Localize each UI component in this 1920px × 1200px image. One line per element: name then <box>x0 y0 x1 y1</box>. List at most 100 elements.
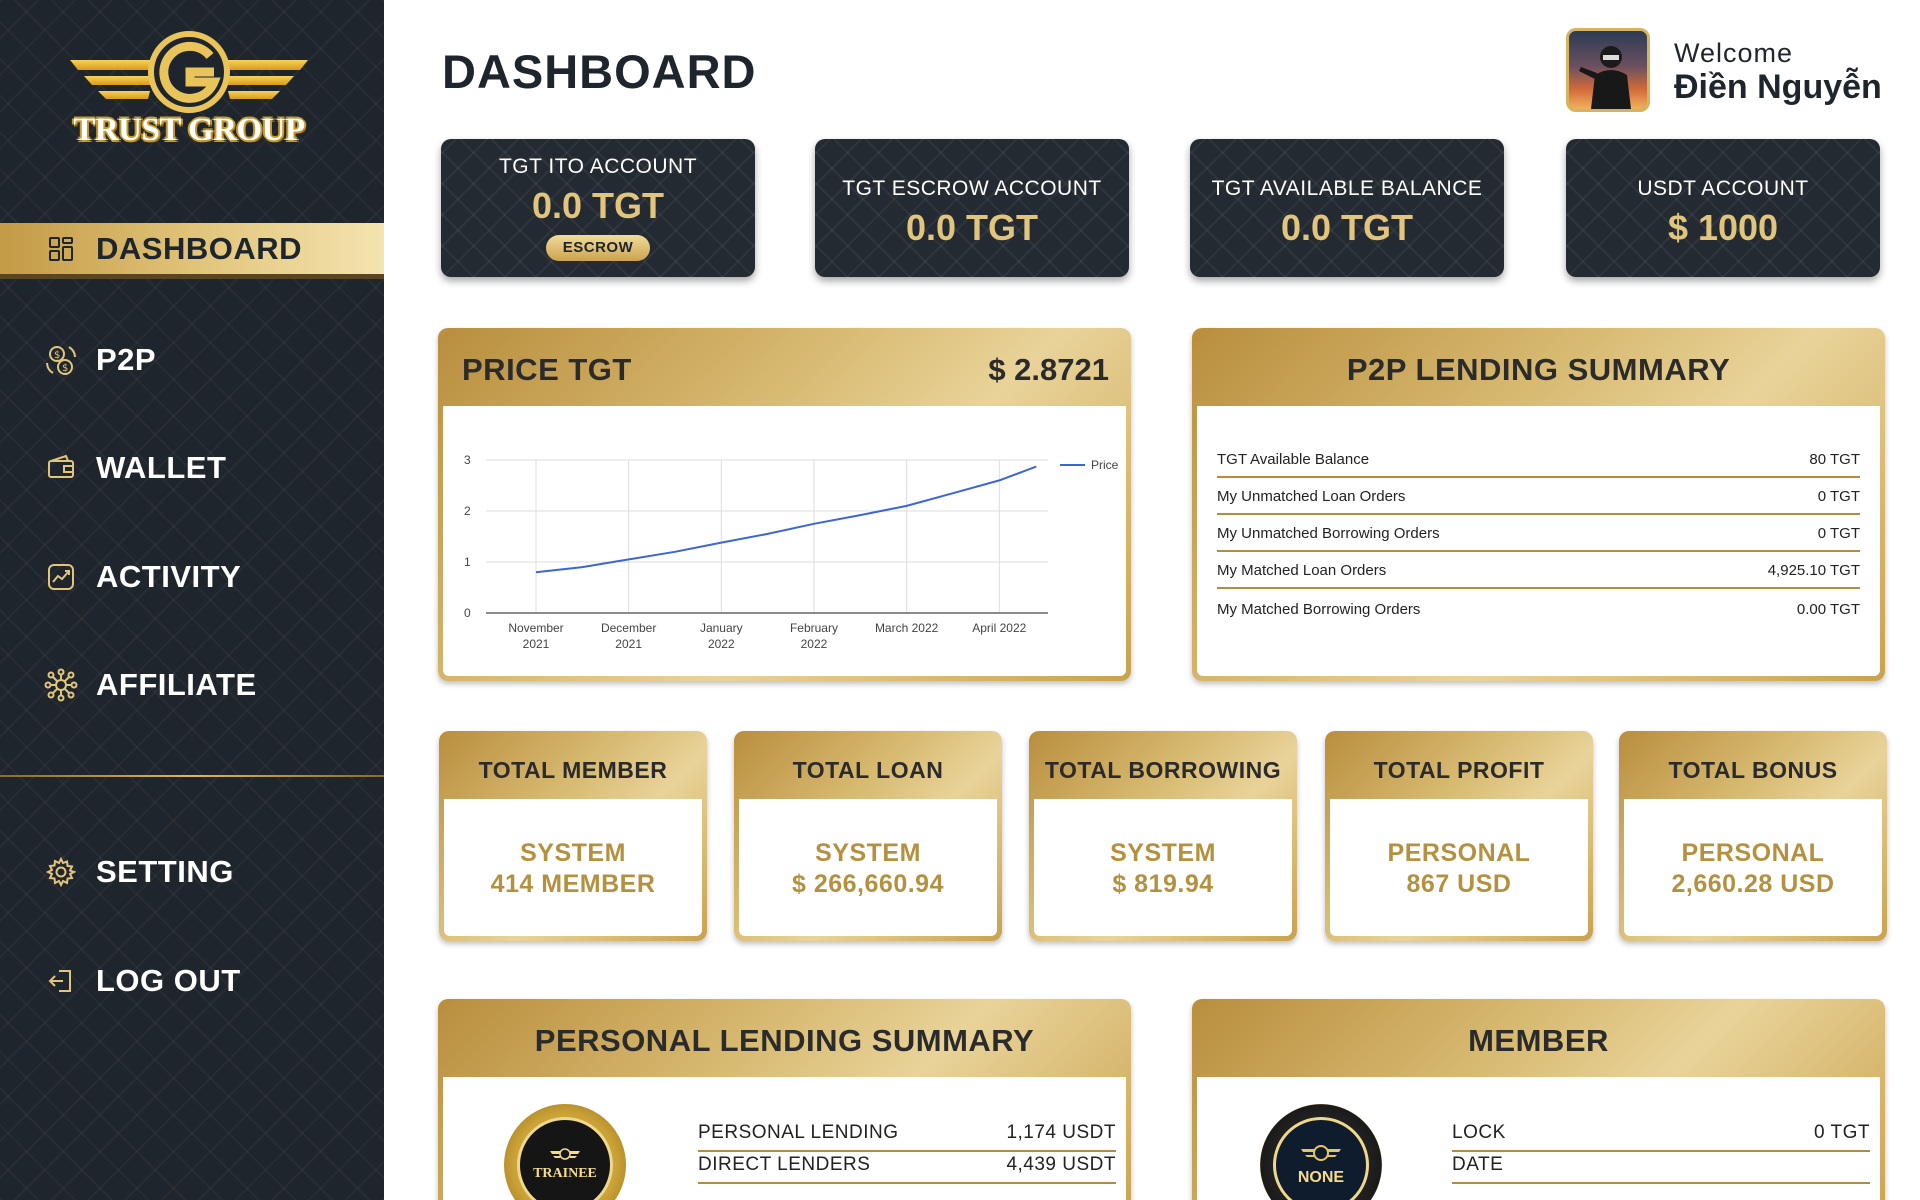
member-rank-badge: NONE <box>1260 1104 1382 1200</box>
svg-text:$: $ <box>62 363 68 374</box>
y-tick-label: 2 <box>464 504 471 518</box>
y-tick-label: 0 <box>464 606 471 620</box>
badge-logo-icon <box>1301 1145 1341 1161</box>
summary-value: 4,925.10 TGT <box>1767 562 1860 579</box>
price-chart-container: 0 1 2 3 November 2021 December 2021 January 2022 F… <box>443 406 1126 676</box>
p2p-summary-title: P2P LENDING SUMMARY <box>1346 352 1731 387</box>
stat-card-total-profit: TOTAL PROFIT PERSONAL 867 USD <box>1325 731 1593 941</box>
member-label: DATE <box>1452 1154 1504 1175</box>
lending-value: 1,174 USDT <box>1006 1122 1116 1143</box>
account-card-available: TGT AVAILABLE BALANCE 0.0 TGT <box>1190 139 1504 277</box>
summary-row: My Unmatched Loan Orders 0 TGT <box>1217 485 1860 515</box>
user-profile[interactable]: Welcome Điền Nguyễn <box>1566 28 1896 114</box>
sidebar-item-label: ACTIVITY <box>96 559 242 594</box>
account-label: TGT ITO ACCOUNT <box>498 155 698 178</box>
summary-row: TGT Available Balance 80 TGT <box>1217 448 1860 478</box>
stat-value: $ 266,660.94 <box>792 870 944 898</box>
sidebar-item-wallet[interactable]: WALLET <box>0 440 384 496</box>
member-title: MEMBER <box>1468 1023 1609 1058</box>
stat-body: SYSTEM 414 MEMBER <box>444 799 702 936</box>
p2p-lending-summary-panel: P2P LENDING SUMMARY TGT Available Balanc… <box>1192 328 1885 681</box>
user-avatar-icon <box>1579 46 1631 109</box>
stat-body: SYSTEM $ 266,660.94 <box>739 799 997 936</box>
price-title: PRICE TGT <box>462 352 632 387</box>
sidebar: TRUST GROUP DASHBOARD $ $ P2P WALLET ACT… <box>0 0 384 1200</box>
stat-scope: SYSTEM <box>815 839 921 867</box>
price-line-chart: 0 1 2 3 November 2021 December 2021 January 2022 F… <box>464 453 1119 651</box>
personal-lending-summary-panel: PERSONAL LENDING SUMMARY TRAINEE PERSONA… <box>438 999 1131 1200</box>
stat-card-total-member: TOTAL MEMBER SYSTEM 414 MEMBER <box>439 731 707 941</box>
sidebar-item-activity[interactable]: ACTIVITY <box>0 549 384 605</box>
sidebar-item-dashboard[interactable]: DASHBOARD <box>0 223 384 279</box>
y-tick-label: 3 <box>464 453 471 467</box>
stat-value: 867 USD <box>1406 870 1512 898</box>
avatar[interactable] <box>1566 28 1650 112</box>
x-tick-label: November 2021 <box>508 621 563 651</box>
account-card-ito: TGT ITO ACCOUNT 0.0 TGT ESCROW <box>441 139 755 277</box>
sidebar-item-logout[interactable]: LOG OUT <box>0 953 384 1009</box>
escrow-button[interactable]: ESCROW <box>546 235 650 261</box>
svg-text:$: $ <box>54 350 60 361</box>
account-value: 0.0 TGT <box>531 185 665 226</box>
lending-value: 4,439 USDT <box>1006 1154 1116 1175</box>
x-tick-label: April 2022 <box>972 621 1026 635</box>
trust-group-logo[interactable]: TRUST GROUP <box>64 30 314 155</box>
lending-row: DIRECT LENDERS 4,439 USDT <box>698 1154 1116 1184</box>
sidebar-item-label: LOG OUT <box>96 963 241 998</box>
member-panel: MEMBER NONE LOCK 0 TGT DATE <box>1192 999 1885 1200</box>
activity-chart-icon <box>44 560 78 594</box>
price-tgt-panel: PRICE TGT $ 2.8721 0 1 2 3 November 2021 Decem… <box>438 328 1131 681</box>
account-label: TGT ESCROW ACCOUNT <box>842 177 1102 200</box>
logout-icon <box>44 964 78 998</box>
stat-title: TOTAL BONUS <box>1668 757 1838 783</box>
account-card-escrow: TGT ESCROW ACCOUNT 0.0 TGT <box>815 139 1129 277</box>
stat-body: SYSTEM $ 819.94 <box>1034 799 1292 936</box>
sidebar-item-label: P2P <box>96 342 157 377</box>
x-tick-label: January 2022 <box>700 621 743 651</box>
sidebar-item-affiliate[interactable]: AFFILIATE <box>0 657 384 713</box>
stat-value: 2,660.28 USD <box>1671 870 1835 898</box>
stat-title: TOTAL MEMBER <box>478 757 668 783</box>
personal-lending-body: TRAINEE PERSONAL LENDING 1,174 USDT DIRE… <box>443 1077 1126 1200</box>
summary-label: My Unmatched Borrowing Orders <box>1217 525 1440 542</box>
dashboard-grid-icon <box>44 232 78 266</box>
account-card-usdt: USDT ACCOUNT $ 1000 <box>1566 139 1880 277</box>
sidebar-item-p2p[interactable]: $ $ P2P <box>0 332 384 388</box>
stat-scope: SYSTEM <box>1110 839 1216 867</box>
rank-label: TRAINEE <box>533 1166 597 1181</box>
account-value: 0.0 TGT <box>905 207 1039 248</box>
summary-label: TGT Available Balance <box>1217 451 1370 468</box>
stat-body: PERSONAL 2,660.28 USD <box>1624 799 1882 936</box>
sidebar-item-setting[interactable]: SETTING <box>0 844 384 900</box>
badge-wings-icon <box>550 1148 580 1160</box>
stat-scope: SYSTEM <box>520 839 626 867</box>
sidebar-item-label: AFFILIATE <box>96 667 257 702</box>
stat-value: 414 MEMBER <box>490 870 656 898</box>
page-title: DASHBOARD <box>442 45 757 98</box>
sidebar-item-label: SETTING <box>96 854 234 889</box>
account-label: TGT AVAILABLE BALANCE <box>1211 177 1483 200</box>
rank-label: NONE <box>1297 1169 1345 1186</box>
x-tick-label: February 2022 <box>790 621 838 651</box>
summary-label: My Unmatched Loan Orders <box>1217 488 1406 505</box>
legend-label: Price <box>1091 458 1119 472</box>
lending-label: DIRECT LENDERS <box>698 1154 871 1175</box>
member-label: LOCK <box>1452 1122 1506 1143</box>
stat-card-total-loan: TOTAL LOAN SYSTEM $ 266,660.94 <box>734 731 1002 941</box>
price-series-line <box>535 465 1037 574</box>
account-value: $ 1000 <box>1667 207 1779 248</box>
stat-scope: PERSONAL <box>1387 839 1531 867</box>
member-value: 0 TGT <box>1814 1122 1870 1143</box>
lending-label: PERSONAL LENDING <box>698 1122 899 1143</box>
rank-badge-core: NONE <box>1273 1117 1369 1200</box>
summary-row: My Matched Borrowing Orders 0.00 TGT <box>1217 596 1860 626</box>
stat-title: TOTAL LOAN <box>792 757 944 783</box>
summary-label: My Matched Loan Orders <box>1217 562 1387 579</box>
summary-row: My Unmatched Borrowing Orders 0 TGT <box>1217 522 1860 552</box>
welcome-label: Welcome <box>1674 38 1794 68</box>
summary-label: My Matched Borrowing Orders <box>1217 601 1421 618</box>
x-tick-label: March 2022 <box>875 621 939 635</box>
price-value: $ 2.8721 <box>988 352 1109 387</box>
username: Điền Nguyễn <box>1674 68 1882 106</box>
summary-row: My Matched Loan Orders 4,925.10 TGT <box>1217 559 1860 589</box>
